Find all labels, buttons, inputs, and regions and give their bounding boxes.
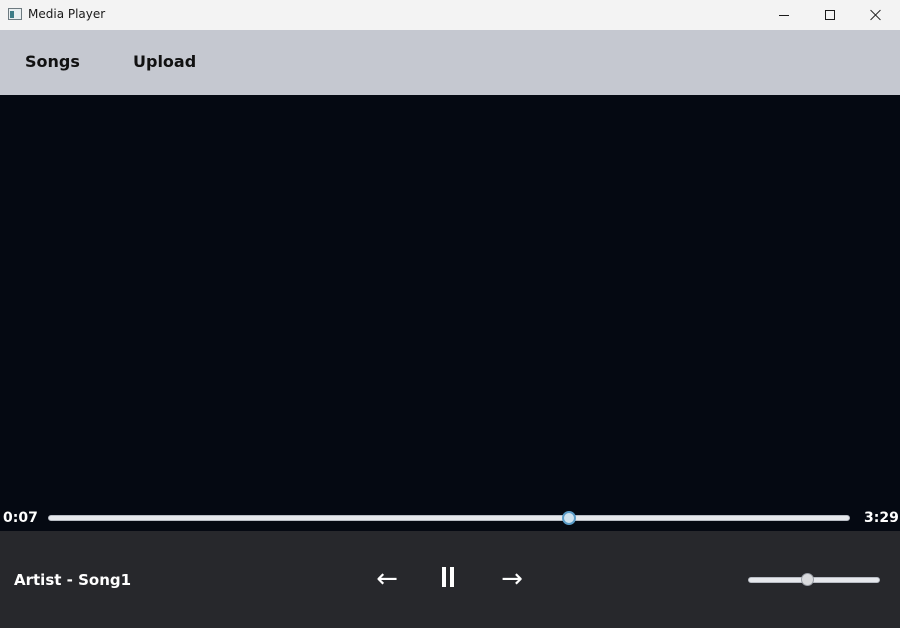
now-playing-label: Artist - Song1 — [14, 571, 132, 589]
minimize-icon — [779, 14, 789, 16]
maximize-icon — [825, 10, 835, 20]
close-button[interactable] — [853, 0, 899, 30]
pause-button[interactable] — [436, 564, 460, 594]
total-time-label: 3:29 — [864, 510, 899, 526]
previous-button[interactable]: ← — [371, 564, 403, 594]
arrow-left-icon: ← — [376, 564, 398, 594]
nav-item-upload[interactable]: Upload — [133, 52, 196, 71]
nav-bar: Songs Upload — [0, 30, 900, 95]
progress-slider-track[interactable] — [48, 515, 850, 521]
maximize-button[interactable] — [807, 0, 853, 30]
media-player-app-icon — [8, 8, 22, 20]
nav-item-songs[interactable]: Songs — [25, 52, 80, 71]
minimize-button[interactable] — [761, 0, 807, 30]
title-bar: Media Player — [0, 0, 900, 30]
arrow-right-icon: → — [501, 564, 523, 594]
volume-slider-thumb[interactable] — [800, 573, 814, 586]
current-time-label: 0:07 — [3, 510, 38, 526]
close-icon — [870, 9, 882, 21]
pause-icon — [440, 564, 456, 594]
video-display — [0, 95, 900, 531]
window-title: Media Player — [28, 7, 106, 21]
volume-slider-track[interactable] — [748, 577, 880, 583]
next-button[interactable]: → — [496, 564, 528, 594]
